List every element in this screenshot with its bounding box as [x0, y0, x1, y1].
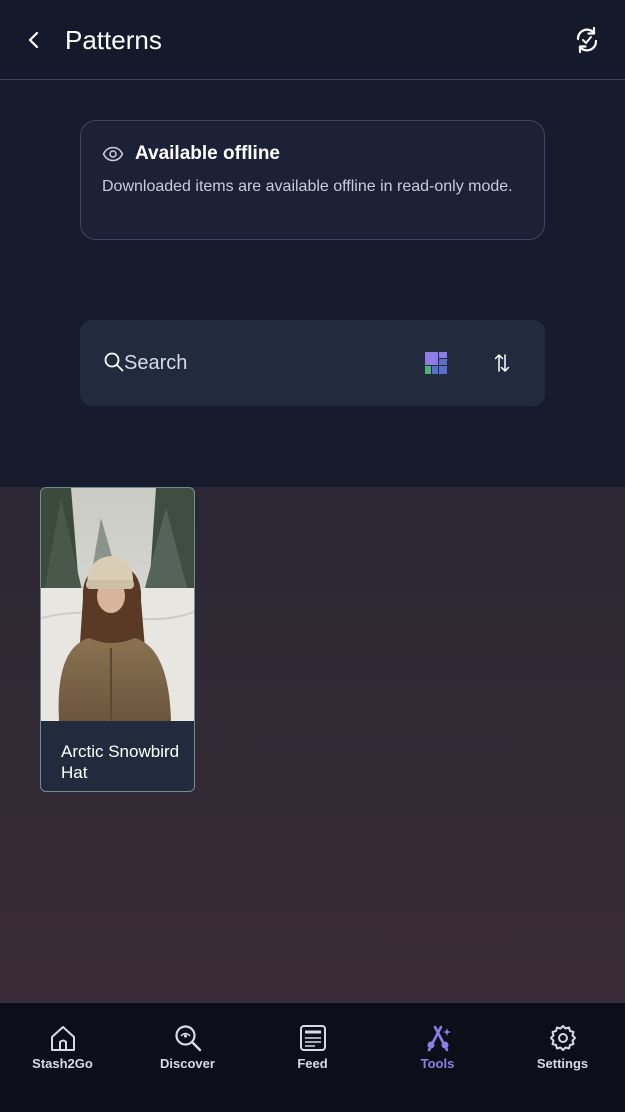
- pattern-card[interactable]: Arctic Snowbird Hat: [40, 487, 195, 792]
- patterns-list: Arctic Snowbird Hat: [0, 487, 625, 1002]
- sync-button[interactable]: [569, 22, 605, 58]
- nav-label: Feed: [297, 1056, 328, 1071]
- sort-arrows-icon: [494, 354, 510, 372]
- pattern-name: Arctic Snowbird Hat: [61, 742, 180, 782]
- search-bar: [80, 320, 545, 406]
- pattern-photo: [41, 488, 194, 721]
- top-section: Available offline Downloaded items are a…: [0, 80, 625, 487]
- bottom-nav: Stash2Go Discover Feed Tools Settings: [0, 1002, 625, 1112]
- search-icon: [104, 352, 124, 372]
- back-button[interactable]: [16, 22, 52, 58]
- nav-item-stash2go[interactable]: Stash2Go: [0, 1003, 125, 1112]
- nav-label: Settings: [536, 1056, 589, 1071]
- grid-view-icon: [425, 352, 447, 374]
- offline-title: Available offline: [135, 143, 280, 164]
- app-root: Patterns Available offline Downloaded it…: [0, 0, 625, 1112]
- settings-gear-icon: [549, 1025, 576, 1051]
- home-icon: [50, 1026, 75, 1051]
- tools-icon: [427, 1025, 451, 1052]
- nav-item-discover[interactable]: Discover: [125, 1003, 250, 1112]
- header: Patterns: [0, 0, 625, 80]
- search-input[interactable]: [124, 348, 404, 378]
- grid-view-button[interactable]: [424, 351, 448, 375]
- feed-icon: [299, 1025, 326, 1051]
- chevron-left-icon: [28, 31, 39, 49]
- eye-icon: [102, 146, 124, 162]
- nav-label: Discover: [160, 1056, 215, 1071]
- nav-label: Tools: [420, 1056, 455, 1071]
- sort-button[interactable]: [490, 351, 514, 375]
- nav-item-tools[interactable]: Tools: [375, 1003, 500, 1112]
- offline-description: Downloaded items are available offline i…: [102, 178, 513, 195]
- discover-search-icon: [174, 1025, 201, 1052]
- sync-icon: [576, 26, 598, 54]
- nav-item-feed[interactable]: Feed: [250, 1003, 375, 1112]
- nav-item-settings[interactable]: Settings: [500, 1003, 625, 1112]
- page-title: Patterns: [65, 25, 162, 55]
- offline-title-row: Available offline: [102, 143, 524, 165]
- nav-label: Stash2Go: [32, 1056, 93, 1071]
- offline-notice-card: Available offline Downloaded items are a…: [80, 120, 545, 240]
